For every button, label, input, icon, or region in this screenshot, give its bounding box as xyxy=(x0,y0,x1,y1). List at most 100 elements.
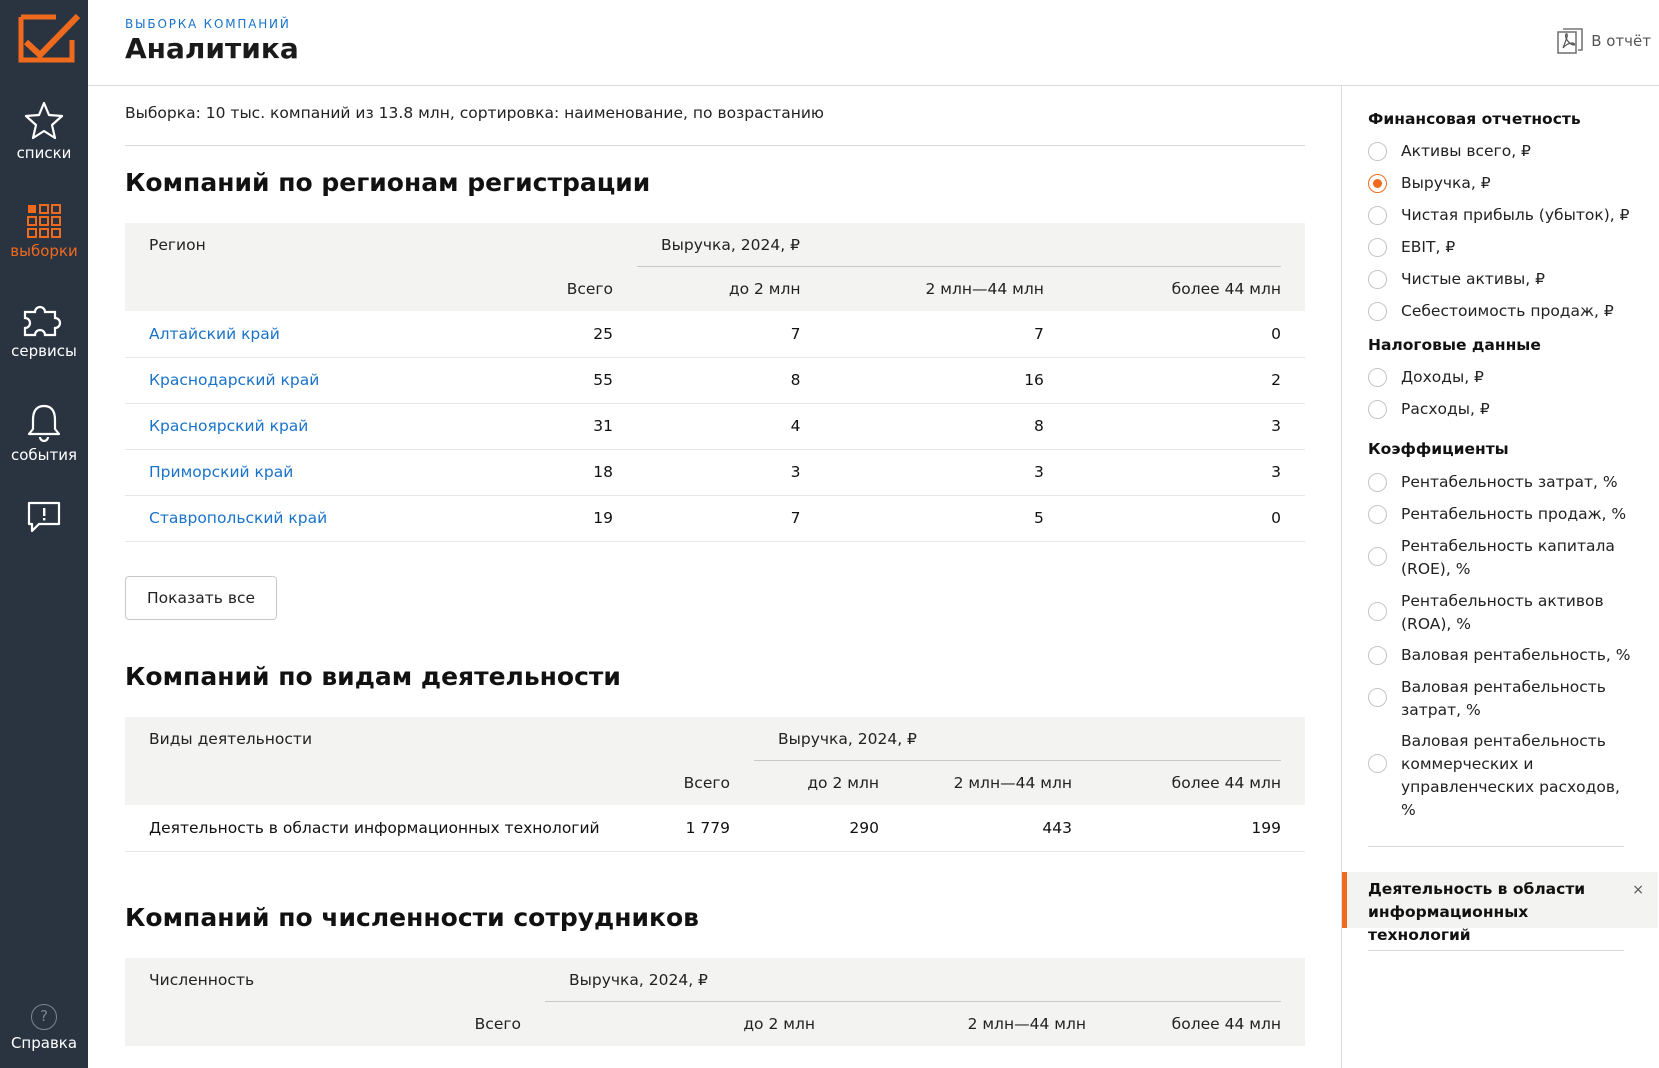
filter-chip-label: Деятельность в области информационных те… xyxy=(1368,880,1586,944)
nav-item-label: сервисы xyxy=(11,342,77,360)
region-link[interactable]: Красноярский край xyxy=(125,403,473,450)
activities-table: Виды деятельности Выручка, 2024, ₽ Всего… xyxy=(125,717,1305,852)
radio-expenses[interactable]: Расходы, ₽ xyxy=(1368,398,1631,421)
nav-item-feedback[interactable] xyxy=(0,500,88,534)
staff-heading: Компаний по численности сотрудников xyxy=(125,903,699,932)
activities-heading: Компаний по видам деятельности xyxy=(125,662,621,691)
activity-name: Деятельность в области информационных те… xyxy=(125,805,630,852)
col-header-total[interactable]: Всего xyxy=(630,761,754,805)
add-to-report-label: В отчёт xyxy=(1591,32,1651,50)
radio-icon xyxy=(1368,368,1387,387)
region-link[interactable]: Алтайский край xyxy=(125,311,473,358)
radio-label: Себестоимость продаж, ₽ xyxy=(1401,302,1614,320)
radio-gross-profitability[interactable]: Валовая рентабельность, % xyxy=(1368,644,1631,667)
table-row: Приморский край 18 3 3 3 xyxy=(125,449,1305,496)
col-header-staff: Численность xyxy=(149,971,255,989)
radio-roe[interactable]: Рентабельность капитала (ROE), % xyxy=(1368,535,1631,581)
radio-income[interactable]: Доходы, ₽ xyxy=(1368,366,1631,389)
col-header-2m-44m[interactable]: 2 млн—44 млн xyxy=(839,1002,1110,1046)
radio-label: EBIT, ₽ xyxy=(1401,238,1456,256)
group-header-label: Выручка, 2024, ₽ xyxy=(569,971,708,989)
nav-item-services[interactable]: сервисы xyxy=(0,302,88,360)
radio-icon xyxy=(1368,270,1387,289)
nav-item-help[interactable]: ? Справка xyxy=(0,1004,88,1052)
nav-item-lists[interactable]: списки xyxy=(0,100,88,162)
radio-ebit[interactable]: EBIT, ₽ xyxy=(1368,236,1631,259)
selection-summary: Выборка: 10 тыс. компаний из 13.8 млн, с… xyxy=(125,104,824,122)
staff-table: Численность Выручка, 2024, ₽ Всего до 2 … xyxy=(125,958,1305,1046)
radio-label: Выручка, ₽ xyxy=(1401,174,1491,192)
radio-label: Валовая рентабельность затрат, % xyxy=(1401,678,1606,719)
col-header-under-2m[interactable]: до 2 млн xyxy=(637,267,825,311)
radio-sales-profitability[interactable]: Рентабельность продаж, % xyxy=(1368,503,1631,526)
divider xyxy=(1368,846,1624,847)
col-header-activity: Виды деятельности xyxy=(149,730,313,748)
col-header-over-44m[interactable]: более 44 млн xyxy=(1110,1002,1305,1046)
col-header-under-2m[interactable]: до 2 млн xyxy=(754,761,903,805)
radio-revenue[interactable]: Выручка, ₽ xyxy=(1368,172,1631,195)
region-link[interactable]: Краснодарский край xyxy=(125,357,473,404)
col-header-2m-44m[interactable]: 2 млн—44 млн xyxy=(903,761,1096,805)
help-icon: ? xyxy=(31,1004,57,1030)
group-header-label: Выручка, 2024, ₽ xyxy=(661,236,800,254)
nav-item-events[interactable]: события xyxy=(0,402,88,464)
puzzle-icon xyxy=(23,305,62,337)
nav-item-samples[interactable]: выборки xyxy=(0,204,88,260)
cell-2m-44m: 7 xyxy=(824,311,1068,358)
divider xyxy=(1368,950,1624,951)
nav-item-label: события xyxy=(10,446,78,464)
radio-icon xyxy=(1368,238,1387,257)
radio-label: Доходы, ₽ xyxy=(1401,368,1484,386)
radio-assets[interactable]: Активы всего, ₽ xyxy=(1368,140,1631,163)
radio-gross-sga-profitability[interactable]: Валовая рентабельность коммерческих и уп… xyxy=(1368,730,1631,822)
show-all-button[interactable]: Показать все xyxy=(125,576,277,620)
table-row: Краснодарский край 55 8 16 2 xyxy=(125,357,1305,404)
revenue-group-header: Выручка, 2024, ₽ xyxy=(637,223,1305,267)
feedback-icon xyxy=(27,501,61,533)
help-label: Справка xyxy=(10,1034,78,1052)
chart-check-logo[interactable] xyxy=(18,12,82,64)
radio-net-assets[interactable]: Чистые активы, ₽ xyxy=(1368,268,1631,291)
radio-gross-cost-profitability[interactable]: Валовая рентабельность затрат, % xyxy=(1368,676,1631,722)
radio-label: Чистая прибыль (убыток), ₽ xyxy=(1401,206,1630,224)
table-row: Ставропольский край 19 7 5 0 xyxy=(125,495,1305,542)
radio-cost-of-sales[interactable]: Себестоимость продаж, ₽ xyxy=(1368,300,1631,323)
cell-under-2m: 290 xyxy=(754,805,903,852)
col-header-total[interactable]: Всего xyxy=(375,1002,545,1046)
page-header: ВЫБОРКА КОМПАНИЙ Аналитика В отчёт xyxy=(88,0,1659,86)
col-header-over-44m[interactable]: более 44 млн xyxy=(1068,267,1305,311)
add-to-report-button[interactable]: В отчёт xyxy=(1557,28,1651,54)
radio-selected-icon xyxy=(1368,174,1387,193)
regions-heading: Компаний по регионам регистрации xyxy=(125,168,651,197)
radio-roa[interactable]: Рентабельность активов (ROA), % xyxy=(1368,590,1631,636)
col-header-region: Регион xyxy=(149,236,206,254)
radio-label: Рентабельность продаж, % xyxy=(1401,505,1627,523)
cell-under-2m: 4 xyxy=(637,403,825,450)
cell-2m-44m: 5 xyxy=(824,495,1068,542)
radio-net-profit[interactable]: Чистая прибыль (убыток), ₽ xyxy=(1368,204,1631,227)
radio-icon xyxy=(1368,547,1387,566)
col-header-over-44m[interactable]: более 44 млн xyxy=(1096,761,1305,805)
region-link[interactable]: Ставропольский край xyxy=(125,495,473,542)
col-header-total[interactable]: Всего xyxy=(473,267,637,311)
region-link[interactable]: Приморский край xyxy=(125,449,473,496)
close-icon[interactable]: × xyxy=(1632,882,1644,898)
radio-icon xyxy=(1368,754,1387,773)
col-header-2m-44m[interactable]: 2 млн—44 млн xyxy=(825,267,1068,311)
metric-panel: Финансовая отчетность Активы всего, ₽ Вы… xyxy=(1341,86,1659,1068)
nav-item-label: выборки xyxy=(10,242,78,260)
radio-icon xyxy=(1368,646,1387,665)
radio-label: Расходы, ₽ xyxy=(1401,400,1490,418)
cell-over-44m: 0 xyxy=(1067,311,1305,358)
cell-total: 55 xyxy=(472,357,638,404)
breadcrumb[interactable]: ВЫБОРКА КОМПАНИЙ xyxy=(125,17,291,31)
col-header-under-2m[interactable]: до 2 млн xyxy=(545,1002,839,1046)
cell-total: 19 xyxy=(472,495,638,542)
radio-label: Рентабельность капитала (ROE), % xyxy=(1401,537,1615,578)
radio-icon xyxy=(1368,206,1387,225)
cell-over-44m: 3 xyxy=(1067,403,1305,450)
cell-2m-44m: 443 xyxy=(903,805,1096,852)
grid-icon xyxy=(27,204,61,238)
radio-cost-profitability[interactable]: Рентабельность затрат, % xyxy=(1368,471,1631,494)
cell-total: 25 xyxy=(472,311,638,358)
